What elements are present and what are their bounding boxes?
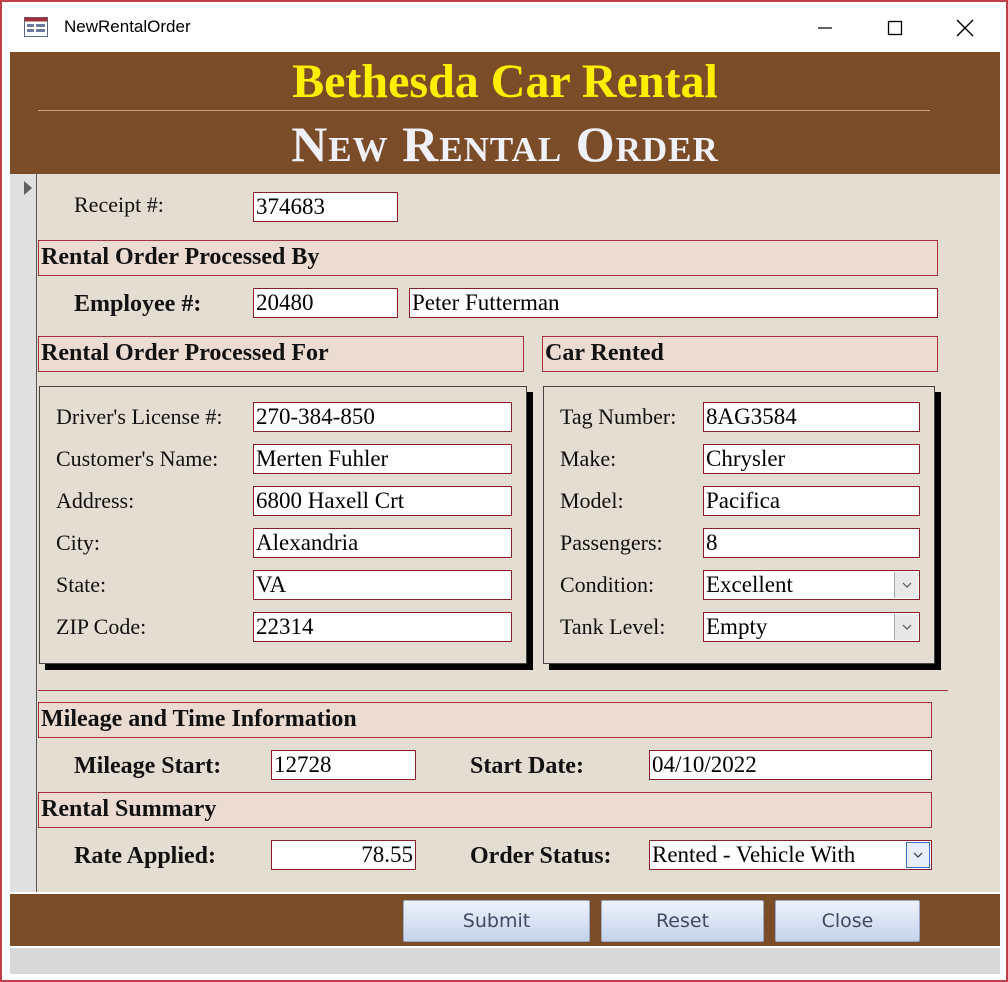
maximize-icon	[887, 20, 903, 36]
employee-label: Employee #:	[74, 291, 202, 317]
title-bar: NewRentalOrder	[2, 2, 1006, 52]
address-label: Address:	[56, 488, 135, 513]
customer-name-label: Customer's Name:	[56, 446, 219, 471]
employee-name-field[interactable]: Peter Futterman	[409, 288, 938, 318]
make-field[interactable]: Chrysler	[703, 444, 920, 474]
form-header: Bethesda Car Rental New Rental Order	[10, 52, 1000, 174]
receipt-number-field[interactable]: 374683	[253, 192, 398, 222]
passengers-label: Passengers:	[560, 530, 663, 555]
tank-level-label: Tank Level:	[560, 614, 666, 639]
zip-code-label: ZIP Code:	[56, 614, 147, 639]
submit-button[interactable]: Submit	[403, 900, 590, 942]
state-label: State:	[56, 572, 107, 597]
chevron-down-icon	[913, 852, 923, 858]
order-status-combo[interactable]: Rented - Vehicle With	[649, 840, 932, 870]
close-window-button[interactable]	[942, 12, 988, 44]
minimize-button[interactable]	[802, 12, 848, 44]
form-footer: Submit Reset Close	[10, 894, 1000, 946]
mileage-start-label: Mileage Start:	[74, 753, 222, 779]
form-detail: Receipt #: 374683 Rental Order Processed…	[10, 174, 1000, 892]
make-label: Make:	[560, 446, 617, 471]
receipt-label: Receipt #:	[74, 192, 164, 217]
section-processed-by: Rental Order Processed By	[38, 240, 938, 276]
status-bar	[10, 948, 1000, 974]
passengers-field[interactable]: 8	[703, 528, 920, 558]
tank-level-dropdown-button[interactable]	[894, 614, 918, 640]
city-field[interactable]: Alexandria	[253, 528, 512, 558]
order-status-value: Rented - Vehicle With	[652, 842, 856, 867]
drivers-license-field[interactable]: 270-384-850	[253, 402, 512, 432]
section-divider	[38, 690, 948, 691]
start-date-label: Start Date:	[470, 753, 584, 779]
mileage-start-field[interactable]: 12728	[271, 750, 416, 780]
condition-dropdown-button[interactable]	[894, 572, 918, 598]
start-date-field[interactable]: 04/10/2022	[649, 750, 932, 780]
header-divider	[38, 110, 930, 111]
order-status-dropdown-button[interactable]	[906, 842, 930, 868]
city-label: City:	[56, 530, 101, 555]
company-name: Bethesda Car Rental	[292, 55, 718, 108]
address-field[interactable]: 6800 Haxell Crt	[253, 486, 512, 516]
drivers-license-label: Driver's License #:	[56, 404, 223, 429]
condition-value: Excellent	[706, 572, 793, 597]
chevron-down-icon	[902, 624, 911, 630]
close-button[interactable]: Close	[775, 900, 920, 942]
section-car-rented: Car Rented	[542, 336, 938, 372]
window-title: NewRentalOrder	[64, 17, 191, 36]
form-icon	[24, 17, 48, 37]
tag-number-field[interactable]: 8AG3584	[703, 402, 920, 432]
section-processed-for: Rental Order Processed For	[38, 336, 524, 372]
tag-number-label: Tag Number:	[560, 404, 677, 429]
tank-level-combo[interactable]: Empty	[703, 612, 920, 642]
close-icon	[956, 19, 974, 37]
record-selector[interactable]	[10, 174, 37, 892]
rental-order-window: NewRentalOrder Bethesda Car Rental New R…	[0, 0, 1008, 982]
customer-name-field[interactable]: Merten Fuhler	[253, 444, 512, 474]
form-title: New Rental Order	[291, 116, 719, 172]
maximize-button[interactable]	[872, 12, 918, 44]
chevron-down-icon	[902, 582, 911, 588]
rate-applied-field[interactable]: 78.55	[271, 840, 416, 870]
minimize-icon	[818, 27, 832, 29]
model-label: Model:	[560, 488, 624, 513]
order-status-label: Order Status:	[470, 843, 612, 869]
tank-level-value: Empty	[706, 614, 768, 639]
model-field[interactable]: Pacifica	[703, 486, 920, 516]
rate-applied-label: Rate Applied:	[74, 843, 217, 869]
state-field[interactable]: VA	[253, 570, 512, 600]
zip-code-field[interactable]: 22314	[253, 612, 512, 642]
employee-number-field[interactable]: 20480	[253, 288, 398, 318]
condition-label: Condition:	[560, 572, 655, 597]
section-rental-summary: Rental Summary	[38, 792, 932, 828]
section-mileage-time: Mileage and Time Information	[38, 702, 932, 738]
current-record-icon	[24, 181, 32, 195]
reset-button[interactable]: Reset	[601, 900, 764, 942]
condition-combo[interactable]: Excellent	[703, 570, 920, 600]
